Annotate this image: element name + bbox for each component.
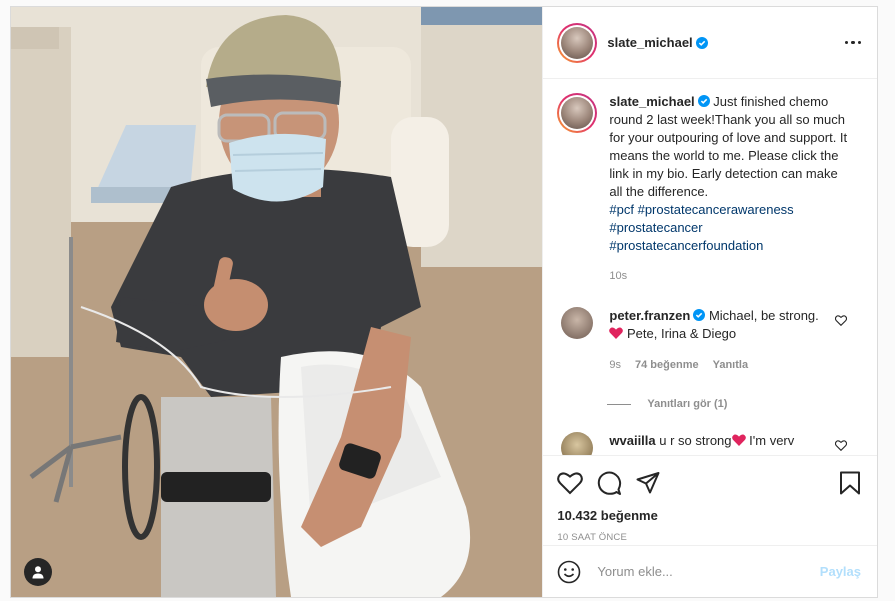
hashtag-link[interactable]: #pcf (609, 202, 634, 217)
post-actions: 10.432 beğenme 10 SAAT ÖNCE (543, 455, 877, 559)
comment-username[interactable]: peter.franzen (609, 308, 690, 323)
comment-body: peter.franzen Michael, be strong. Pete, … (609, 307, 824, 374)
comment-item: peter.franzen Michael, be strong. Pete, … (557, 307, 861, 374)
emoji-icon[interactable] (557, 560, 581, 584)
tagged-user-button[interactable] (24, 558, 52, 586)
red-heart-emoji-icon (731, 434, 746, 446)
comment-text-signoff: Pete, Irina & Diego (627, 326, 737, 341)
post-header: slate_michael (543, 7, 877, 79)
comment-text: Michael, be strong. (708, 308, 819, 323)
caption: slate_michael Just finished chemo round … (557, 93, 861, 285)
hashtag-link[interactable]: #prostatecancerfoundation (609, 238, 763, 253)
view-replies-label: Yanıtları gör (1) (647, 398, 728, 410)
replies-divider (607, 403, 632, 405)
comment-avatar[interactable] (561, 307, 594, 339)
add-comment-bar: Paylaş (543, 545, 877, 597)
paper-plane-icon (636, 472, 660, 494)
comment-button[interactable] (597, 471, 622, 496)
comments-section: slate_michael Just finished chemo round … (543, 79, 877, 455)
caption-body: slate_michael Just finished chemo round … (609, 93, 849, 285)
comment-item: wvaiilla u r so strong I'm verv (557, 432, 861, 455)
verified-badge-icon (697, 95, 710, 107)
verified-badge-icon (695, 36, 708, 49)
post-details-panel: slate_michael slate_michael Just finishe… (542, 7, 877, 597)
view-replies-button[interactable]: Yanıtları gör (1) (607, 398, 861, 410)
instagram-post: slate_michael slate_michael Just finishe… (10, 6, 878, 598)
share-button[interactable] (636, 471, 660, 495)
post-comment-button[interactable]: Paylaş (820, 564, 861, 579)
comment-username[interactable]: wvaiilla (609, 433, 655, 448)
caption-avatar[interactable] (557, 93, 598, 133)
more-options-button[interactable] (844, 40, 861, 45)
verified-badge-icon (693, 309, 706, 321)
red-heart-emoji-icon (609, 327, 624, 339)
hashtag-link[interactable]: #prostatecancer (609, 220, 702, 235)
reply-button[interactable]: Yanıtla (713, 356, 748, 374)
save-button[interactable] (839, 471, 861, 495)
caption-text: Just finished chemo round 2 last week!Th… (609, 94, 848, 199)
post-timestamp[interactable]: 10 SAAT ÖNCE (557, 532, 861, 543)
comment-text-continued: I'm verv (749, 433, 795, 448)
comment-likes[interactable]: 74 beğenme (635, 356, 699, 374)
user-icon (32, 566, 44, 579)
like-comment-heart-icon[interactable] (835, 440, 847, 451)
comment-avatar[interactable] (561, 432, 594, 455)
bookmark-icon (840, 471, 860, 495)
more-horizontal-icon (844, 40, 848, 45)
author-username[interactable]: slate_michael (607, 35, 692, 50)
hashtag-link[interactable]: #prostatecancerawareness (638, 202, 794, 217)
comment-input[interactable] (597, 564, 820, 579)
like-comment-heart-icon[interactable] (835, 315, 847, 326)
author-avatar[interactable] (557, 22, 598, 63)
post-image (11, 7, 543, 597)
comment-time[interactable]: 9s (609, 356, 621, 374)
like-button[interactable] (557, 471, 584, 495)
likes-count[interactable]: 10.432 beğenme (557, 508, 861, 523)
comment-text: u r so strong (659, 433, 732, 448)
post-photo[interactable] (11, 7, 543, 597)
comment-meta: 9s 74 beğenme Yanıtla (609, 356, 824, 374)
comment-bubble-icon (598, 471, 622, 495)
caption-username[interactable]: slate_michael (609, 94, 694, 109)
comment-body: wvaiilla u r so strong I'm verv (609, 432, 824, 455)
caption-time[interactable]: 10s (609, 267, 849, 285)
action-icons (557, 466, 861, 500)
heart-icon (557, 472, 584, 495)
